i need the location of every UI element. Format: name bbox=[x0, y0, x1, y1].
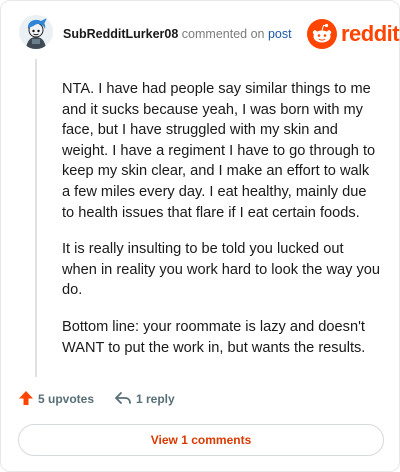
author-username[interactable]: SubRedditLurker08 bbox=[63, 27, 178, 41]
avatar-icon bbox=[19, 15, 53, 49]
reply-count[interactable]: 1 reply bbox=[136, 392, 175, 406]
view-comments-button[interactable]: View 1 comments bbox=[18, 424, 384, 456]
author-line: SubRedditLurker08 commented on post bbox=[63, 26, 292, 42]
reply-arrow-icon[interactable] bbox=[114, 390, 132, 406]
upvote-arrow-icon[interactable] bbox=[18, 390, 34, 406]
comment-header: SubRedditLurker08 commented on post redd… bbox=[1, 1, 400, 65]
action-text: commented on bbox=[181, 27, 265, 41]
upvote-count: 5 upvotes bbox=[38, 392, 95, 406]
comment-paragraph: NTA. I have had people say similar thing… bbox=[62, 81, 376, 221]
reddit-wordmark: reddit bbox=[341, 21, 400, 46]
post-link[interactable]: post bbox=[268, 27, 292, 41]
comment-actions: 5 upvotes 1 reply bbox=[1, 387, 399, 411]
user-avatar[interactable] bbox=[19, 15, 53, 49]
comment-paragraph: Bottom line: your roommate is lazy and d… bbox=[62, 318, 366, 356]
reddit-snoo-icon bbox=[307, 19, 337, 49]
comment-body: NTA. I have had people say similar thing… bbox=[62, 79, 380, 374]
comment-paragraph: It is really insulting to be told you lu… bbox=[62, 241, 380, 299]
comment-card: SubRedditLurker08 commented on post redd… bbox=[0, 0, 400, 472]
thread-line[interactable] bbox=[35, 59, 37, 377]
